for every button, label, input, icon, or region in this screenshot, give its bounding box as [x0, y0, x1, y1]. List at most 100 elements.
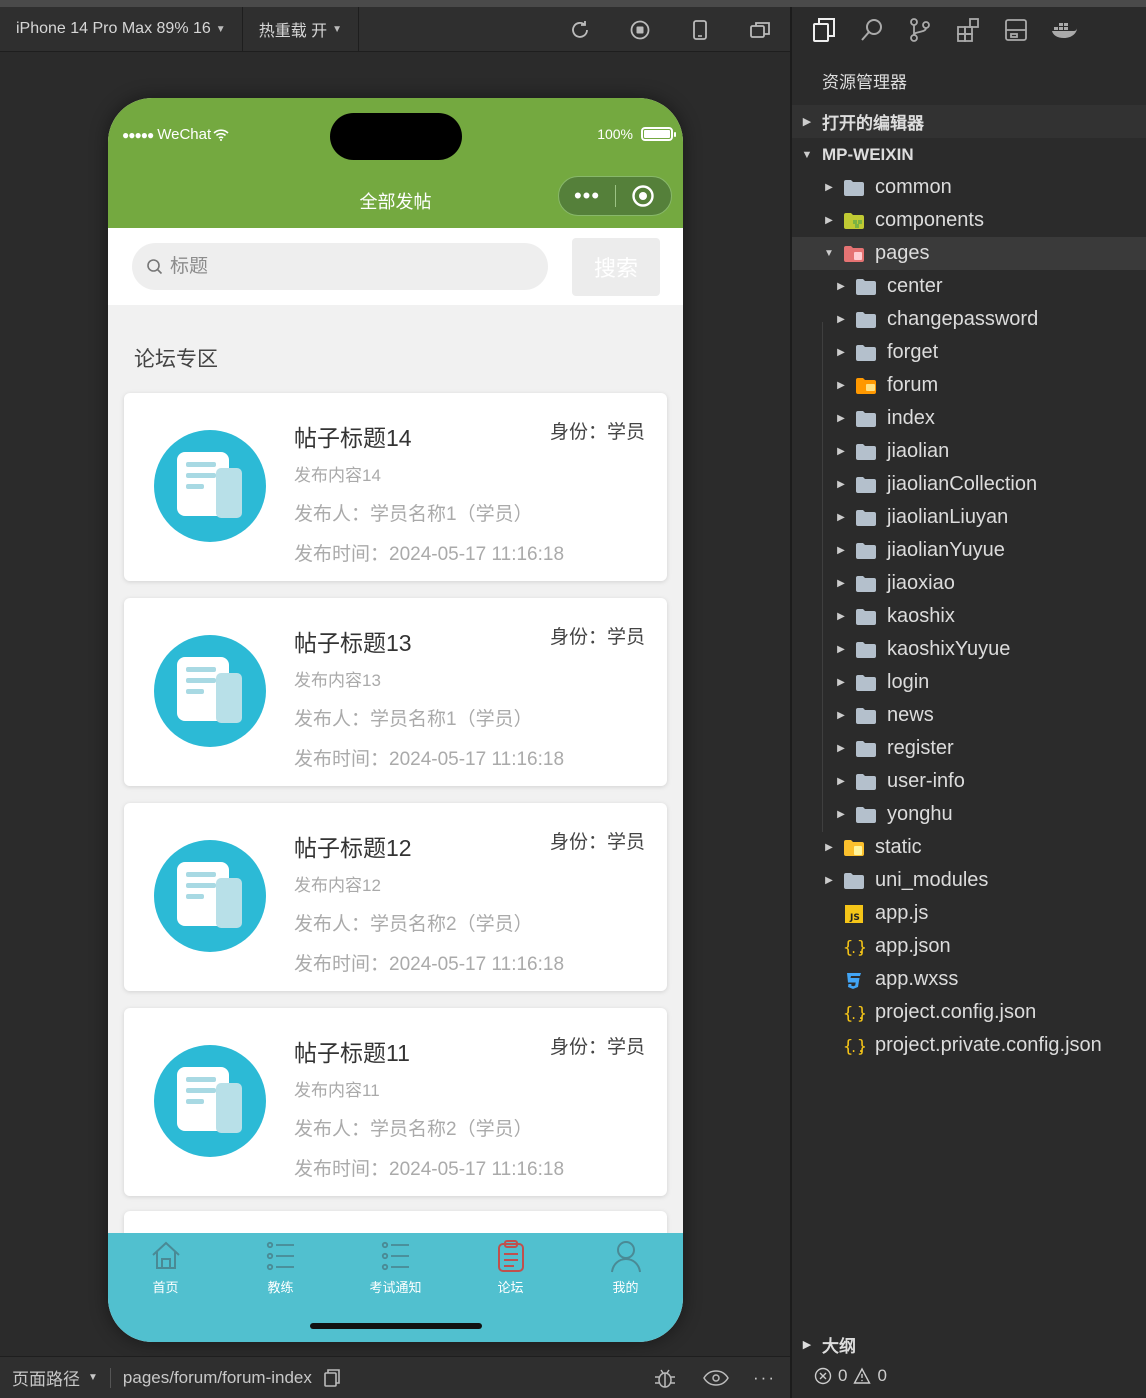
page-path: pages/forum/forum-index [122, 1367, 312, 1387]
storage-icon[interactable] [992, 7, 1040, 52]
tree-item[interactable]: ▶ kaoshixYuyue [792, 633, 1146, 666]
docker-icon[interactable] [1040, 7, 1088, 52]
tree-item[interactable]: ▶ register [792, 732, 1146, 765]
post-card[interactable]: 帖子标题11 身份：学员 发布内容11 发布人：学员名称2（学员） 发布时间：2024-… [124, 1008, 667, 1196]
tree-item[interactable]: ▼ pages [792, 237, 1146, 270]
tree-item-label: static [875, 836, 922, 858]
post-time: 发布时间：2024-05-17 11:16:18 [294, 954, 565, 975]
folder-icon [854, 343, 878, 363]
chevron-right-icon: ▶ [837, 545, 845, 556]
search-icon[interactable] [848, 7, 896, 52]
tree-item[interactable]: ▶ yonghu [792, 798, 1146, 831]
close-miniprogram-icon[interactable] [616, 184, 671, 208]
tree-item-label: user-info [887, 770, 965, 792]
outline-section[interactable]: ▶ 大纲 [792, 1330, 1146, 1358]
tree-item-label: app.wxss [875, 968, 959, 990]
tree-item[interactable]: ▶ jiaolianLiuyan [792, 501, 1146, 534]
tab-forum[interactable]: 论坛 [453, 1239, 568, 1301]
tree-item[interactable]: ▶ jiaoxiao [792, 567, 1146, 600]
svg-text:..: .. [850, 1041, 864, 1055]
tree-item[interactable]: ▶ forget [792, 336, 1146, 369]
tree-item[interactable]: ▶ login [792, 666, 1146, 699]
tree-item[interactable]: ▶ uni_modules [792, 864, 1146, 897]
folder-icon [854, 706, 878, 726]
error-count: 0 [838, 1366, 848, 1385]
source-control-icon[interactable] [896, 7, 944, 52]
tab-coach[interactable]: 教练 [223, 1239, 338, 1301]
post-content: 发布内容12 [294, 876, 381, 895]
extensions-icon[interactable] [944, 7, 992, 52]
tree-item[interactable]: {}.. project.config.json [792, 996, 1146, 1029]
tree-item[interactable]: ▶ kaoshix [792, 600, 1146, 633]
project-section[interactable]: ▼ MP-WEIXIN [792, 138, 1146, 171]
device-selector[interactable]: iPhone 14 Pro Max 89% 16 ▼ [0, 6, 243, 52]
home-indicator [310, 1323, 482, 1329]
tab-label: 我的 [612, 1280, 639, 1295]
search-input[interactable] [170, 255, 530, 278]
window-icon[interactable] [730, 7, 790, 52]
hot-reload-selector[interactable]: 热重载 开 ▼ [243, 6, 360, 52]
tree-item[interactable]: ▶ forum [792, 369, 1146, 402]
list-icon [381, 1241, 409, 1271]
stop-icon[interactable] [610, 7, 670, 52]
folder-icon [854, 442, 878, 462]
phone-icon[interactable] [670, 7, 730, 52]
explorer-icon[interactable] [800, 7, 848, 52]
tree-item[interactable]: ▶ index [792, 402, 1146, 435]
folder-icon [854, 805, 878, 825]
document-icon [154, 1045, 266, 1157]
folder-icon [842, 871, 866, 891]
chevron-right-icon: ▶ [802, 1338, 812, 1351]
post-card[interactable]: 帖子标题14 身份：学员 发布内容14 发布人：学员名称1（学员） 发布时间：2024-… [124, 393, 667, 581]
tree-item[interactable]: JS app.js [792, 897, 1146, 930]
tree-item[interactable]: ▶ components [792, 204, 1146, 237]
open-editors-label: 打开的编辑器 [822, 114, 924, 133]
tree-item[interactable]: ▶ jiaolian [792, 435, 1146, 468]
json-file-icon: {}.. [842, 937, 866, 957]
tab-bar: 首页 教练 考试通知 论坛 我的 [108, 1233, 683, 1342]
more-icon[interactable]: ··· [753, 1368, 776, 1388]
tree-item-label: index [887, 407, 935, 429]
post-author: 发布人：学员名称2（学员） [294, 914, 533, 935]
document-icon [154, 430, 266, 542]
tree-item[interactable]: app.wxss [792, 963, 1146, 996]
refresh-icon[interactable] [550, 7, 610, 52]
tree-item[interactable]: {}.. project.private.config.json [792, 1029, 1146, 1062]
eye-icon[interactable] [703, 1369, 729, 1387]
tab-home[interactable]: 首页 [108, 1239, 223, 1301]
post-card[interactable]: 帖子标题12 身份：学员 发布内容12 发布人：学员名称2（学员） 发布时间：2024-… [124, 803, 667, 991]
tree-item[interactable]: {}.. app.json [792, 930, 1146, 963]
post-role: 身份：学员 [549, 832, 645, 853]
bug-icon[interactable] [653, 1367, 677, 1389]
css-file-icon [842, 970, 866, 990]
tree-item[interactable]: ▶ jiaolianCollection [792, 468, 1146, 501]
problems-indicator[interactable]: 0 0 [814, 1366, 887, 1386]
post-card[interactable]: 帖子标题13 身份：学员 发布内容13 发布人：学员名称1（学员） 发布时间：2024-… [124, 598, 667, 786]
chevron-right-icon: ▶ [837, 743, 845, 754]
page-path-label[interactable]: 页面路径 [0, 1365, 80, 1390]
dynamic-island [330, 113, 462, 160]
chevron-down-icon[interactable]: ▼ [88, 1372, 98, 1383]
static-folder-icon [842, 838, 866, 858]
tree-item[interactable]: ▶ jiaolianYuyue [792, 534, 1146, 567]
more-icon[interactable]: ••• [559, 185, 615, 207]
open-editors-section[interactable]: ▶ 打开的编辑器 [792, 105, 1146, 138]
user-icon [610, 1241, 641, 1273]
tree-item[interactable]: ▶ changepassword [792, 303, 1146, 336]
tree-item[interactable]: ▶ common [792, 171, 1146, 204]
search-button[interactable]: 搜索 [572, 238, 660, 296]
tree-item-label: jiaolianCollection [887, 473, 1038, 495]
tree-item-label: jiaolianLiuyan [887, 506, 1009, 528]
tree-item[interactable]: ▶ news [792, 699, 1146, 732]
folder-icon [854, 574, 878, 594]
post-author: 发布人：学员名称2（学员） [294, 1119, 533, 1140]
tree-item[interactable]: ▶ center [792, 270, 1146, 303]
tree-item[interactable]: ▶ static [792, 831, 1146, 864]
tab-exam-notice[interactable]: 考试通知 [338, 1239, 453, 1301]
copy-icon[interactable] [322, 1368, 342, 1388]
folder-icon [854, 673, 878, 693]
tab-mine[interactable]: 我的 [568, 1239, 683, 1301]
tab-label: 教练 [267, 1280, 294, 1295]
chevron-down-icon: ▼ [801, 148, 813, 161]
tree-item[interactable]: ▶ user-info [792, 765, 1146, 798]
